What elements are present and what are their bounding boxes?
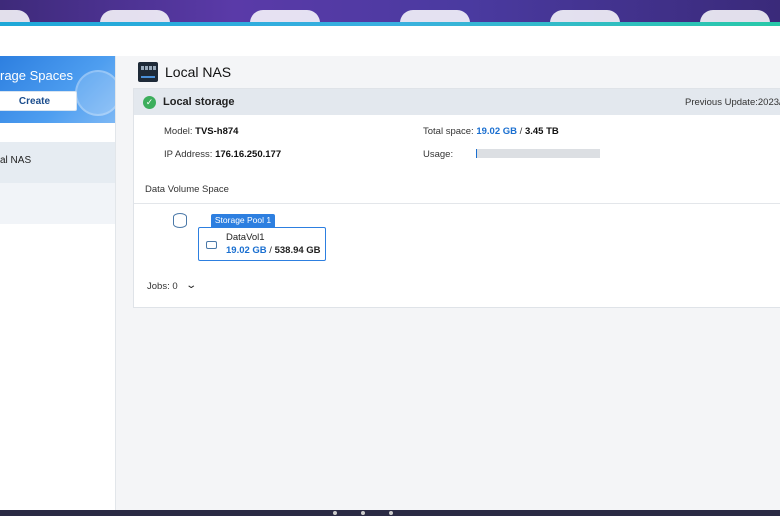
page-title: Local NAS	[165, 64, 232, 80]
volume-size: 19.02 GB / 538.94 GB	[226, 245, 321, 256]
sidebar-title: rage Spaces	[0, 68, 73, 83]
dock-dot[interactable]	[389, 511, 393, 515]
model-label: Model:	[164, 126, 196, 137]
top-tab[interactable]	[550, 10, 620, 22]
database-icon	[173, 213, 187, 228]
top-tab[interactable]	[0, 10, 30, 22]
nas-header: Local NAS	[138, 61, 231, 83]
dock-dot[interactable]	[333, 511, 337, 515]
top-tab[interactable]	[250, 10, 320, 22]
usage-bar	[476, 149, 600, 158]
ip-label: IP Address:	[164, 149, 216, 160]
usage-label: Usage:	[423, 149, 454, 160]
sidebar-item-label: al NAS	[0, 155, 32, 166]
local-storage-card: ✓ Local storage Previous Update:2023/ Mo…	[133, 88, 780, 308]
chevron-down-icon[interactable]: ⌄	[185, 280, 197, 291]
storage-pool-badge[interactable]: Storage Pool 1	[211, 214, 275, 227]
storage-banner-icon	[75, 70, 115, 116]
ip-info: IP Address: 176.16.250.177	[164, 149, 281, 160]
total-capacity: 3.45 TB	[524, 126, 559, 137]
total-used: 19.02 GB	[476, 126, 518, 137]
card-title: Local storage	[163, 96, 235, 108]
top-tab[interactable]	[700, 10, 770, 22]
sidebar-item-secondary[interactable]	[0, 183, 115, 224]
previous-update: Previous Update:2023/	[685, 97, 780, 108]
top-tab[interactable]	[400, 10, 470, 22]
nas-device-icon	[138, 62, 158, 82]
divider	[134, 203, 780, 204]
total-sep: /	[517, 126, 525, 137]
ip-value: 176.16.250.177	[215, 149, 282, 160]
main-panel: Local NAS ✓ Local storage Previous Updat…	[116, 56, 780, 510]
volume-card[interactable]: DataVol1 19.02 GB / 538.94 GB	[198, 227, 326, 261]
disk-icon	[206, 241, 217, 249]
check-circle-icon: ✓	[143, 96, 156, 109]
sidebar-header: rage Spaces Create	[0, 56, 115, 123]
model-value: TVS-h874	[195, 126, 239, 137]
section-label: Data Volume Space	[145, 184, 229, 195]
total-label: Total space:	[423, 126, 477, 137]
volume-capacity: 538.94 GB	[274, 245, 321, 256]
window-top-bar	[0, 0, 780, 22]
volume-name: DataVol1	[226, 232, 265, 243]
model-info: Model: TVS-h874	[164, 126, 238, 137]
usage-fill	[476, 149, 477, 158]
dock-dot[interactable]	[361, 511, 365, 515]
volume-used: 19.02 GB	[226, 245, 267, 256]
create-button[interactable]: Create	[0, 91, 77, 111]
title-gap	[0, 26, 780, 56]
total-space-info: Total space: 19.02 GB / 3.45 TB	[423, 126, 559, 137]
sidebar: rage Spaces Create al NAS	[0, 56, 116, 510]
taskbar	[0, 510, 780, 516]
jobs-label: Jobs: 0	[147, 281, 178, 292]
top-tab[interactable]	[100, 10, 170, 22]
sidebar-item-local-nas[interactable]: al NAS	[0, 142, 115, 183]
card-header: ✓ Local storage Previous Update:2023/	[134, 89, 780, 115]
volume-sep: /	[266, 245, 275, 256]
